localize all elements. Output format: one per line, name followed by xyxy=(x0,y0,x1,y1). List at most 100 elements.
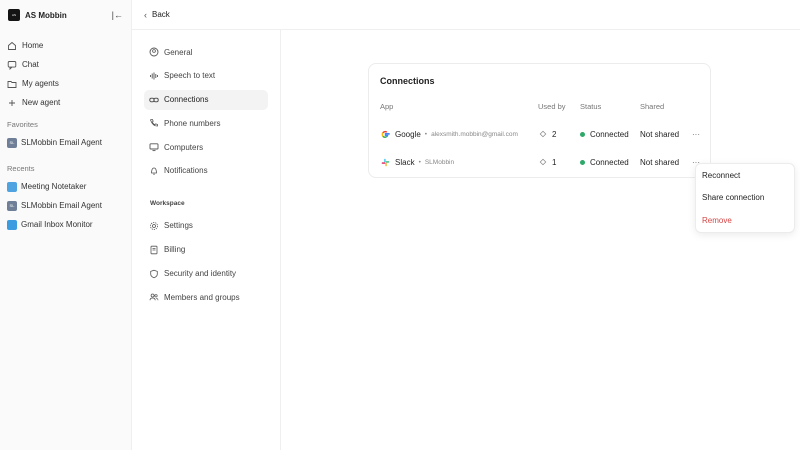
menu-item-remove[interactable]: Remove xyxy=(702,216,732,225)
left-sidebar: AS AS Mobbin |← Home Chat My agents New … xyxy=(0,0,132,450)
column-header-status: Status xyxy=(580,102,602,111)
recent-agent-label: Gmail Inbox Monitor xyxy=(21,220,93,229)
column-header-used-by: Used by xyxy=(538,102,566,111)
gear-icon xyxy=(149,221,159,231)
agent-avatar-icon: SL xyxy=(7,200,17,211)
row-more-button[interactable]: ··· xyxy=(692,130,700,139)
settings-item-label: Connections xyxy=(164,95,209,105)
settings-item-computers[interactable]: Computers xyxy=(144,137,268,157)
used-by-cell[interactable]: 1 xyxy=(538,157,556,167)
menu-item-reconnect[interactable]: Reconnect xyxy=(702,171,740,180)
agent-avatar-icon xyxy=(7,181,17,192)
settings-item-speech-to-text[interactable]: Speech to text xyxy=(144,66,268,86)
settings-item-label: Speech to text xyxy=(164,71,216,81)
menu-item-share-connection[interactable]: Share connection xyxy=(702,193,764,202)
nav-label: Chat xyxy=(22,60,39,69)
users-icon xyxy=(149,292,159,302)
plus-icon xyxy=(7,98,17,108)
agent-diamond-icon xyxy=(538,157,548,167)
settings-item-phone-numbers[interactable]: Phone numbers xyxy=(144,113,268,133)
collapse-sidebar-icon[interactable]: |← xyxy=(112,10,123,20)
settings-item-connections[interactable]: Connections xyxy=(144,89,268,110)
settings-item-members[interactable]: Members and groups xyxy=(144,287,268,307)
nav-label: New agent xyxy=(22,98,61,107)
nav-my-agents[interactable]: My agents xyxy=(0,74,131,93)
account-separator: • xyxy=(424,130,428,138)
connections-card: Connections App Used by Status Shared Go… xyxy=(368,63,711,178)
phone-icon xyxy=(149,118,159,128)
waveform-icon xyxy=(149,71,159,81)
workspace-header[interactable]: AS AS Mobbin |← xyxy=(0,0,131,30)
home-icon xyxy=(7,41,17,51)
workspace-initials: AS xyxy=(11,13,16,17)
workspace-logo: AS xyxy=(8,9,20,21)
workspace-section-heading: Workspace xyxy=(150,199,185,207)
favorites-heading: Favorites xyxy=(7,120,38,129)
main-nav: Home Chat My agents New agent xyxy=(0,30,131,112)
account-name: alexsmith.mobbin@gmail.com xyxy=(431,130,518,138)
settings-item-label: General xyxy=(164,47,193,57)
chevron-left-icon: ‹ xyxy=(144,9,147,20)
link-icon xyxy=(149,95,159,105)
nav-chat[interactable]: Chat xyxy=(0,55,131,74)
used-by-cell[interactable]: 2 xyxy=(538,129,556,139)
receipt-icon xyxy=(149,245,159,255)
app-name: Slack xyxy=(395,157,415,167)
nav-new-agent[interactable]: New agent xyxy=(0,93,131,112)
settings-item-notifications[interactable]: Notifications xyxy=(144,161,268,181)
top-bar: ‹ Back xyxy=(132,0,800,30)
settings-nav: General Speech to text Connections Phone… xyxy=(132,30,281,450)
status-dot xyxy=(580,131,585,137)
column-header-shared: Shared xyxy=(640,102,665,111)
status-cell: Connected xyxy=(580,130,629,139)
connection-context-menu: Reconnect Share connection Remove xyxy=(695,163,795,233)
monitor-icon xyxy=(149,142,159,152)
folder-icon xyxy=(7,79,17,89)
app-cell: Slack • SLMobbin xyxy=(380,157,454,167)
settings-item-label: Notifications xyxy=(164,166,208,176)
nav-label: Home xyxy=(22,41,44,50)
settings-item-label: Phone numbers xyxy=(164,118,221,128)
app-name: Google xyxy=(395,129,421,139)
chat-icon xyxy=(7,60,17,70)
column-header-app: App xyxy=(380,102,394,111)
status-cell: Connected xyxy=(580,158,629,167)
recent-agent-item[interactable]: Meeting Notetaker xyxy=(0,177,131,196)
shield-icon xyxy=(149,269,159,279)
recent-agent-item[interactable]: SL SLMobbin Email Agent xyxy=(0,196,131,215)
used-by-count: 1 xyxy=(552,157,557,167)
favorite-agent-item[interactable]: SL SLMobbin Email Agent xyxy=(0,133,131,152)
back-button[interactable]: ‹ Back xyxy=(144,10,170,20)
account-name: SLMobbin xyxy=(424,158,455,166)
shared-cell: Not shared xyxy=(640,157,680,167)
recent-agent-label: Meeting Notetaker xyxy=(21,182,87,191)
settings-item-security[interactable]: Security and identity xyxy=(144,264,268,284)
settings-item-general[interactable]: General xyxy=(144,42,268,62)
recent-agent-item[interactable]: Gmail Inbox Monitor xyxy=(0,215,131,234)
google-icon xyxy=(380,129,390,139)
favorite-agent-label: SLMobbin Email Agent xyxy=(21,138,102,147)
shared-cell: Not shared xyxy=(640,129,680,139)
agent-diamond-icon xyxy=(538,129,548,139)
settings-item-label: Computers xyxy=(164,142,204,152)
recents-heading: Recents xyxy=(7,164,35,173)
settings-item-workspace-settings[interactable]: Settings xyxy=(144,216,268,236)
workspace-name: AS Mobbin xyxy=(25,10,67,20)
agent-initials: SL xyxy=(9,140,15,145)
app-cell: Google • alexsmith.mobbin@gmail.com xyxy=(380,129,518,139)
table-row: Google • alexsmith.mobbin@gmail.com 2 Co… xyxy=(369,124,710,144)
user-circle-icon xyxy=(149,47,159,57)
settings-item-label: Billing xyxy=(164,245,186,255)
account-separator: • xyxy=(418,158,421,166)
connections-title: Connections xyxy=(380,76,435,86)
nav-label: My agents xyxy=(22,79,59,88)
status-dot xyxy=(580,159,585,165)
agent-avatar-icon xyxy=(7,219,17,230)
used-by-count: 2 xyxy=(552,129,557,139)
settings-item-billing[interactable]: Billing xyxy=(144,240,268,260)
settings-item-label: Settings xyxy=(164,221,193,231)
status-text: Connected xyxy=(590,129,629,139)
recent-agent-label: SLMobbin Email Agent xyxy=(21,201,102,210)
nav-home[interactable]: Home xyxy=(0,36,131,55)
slack-icon xyxy=(380,157,390,167)
